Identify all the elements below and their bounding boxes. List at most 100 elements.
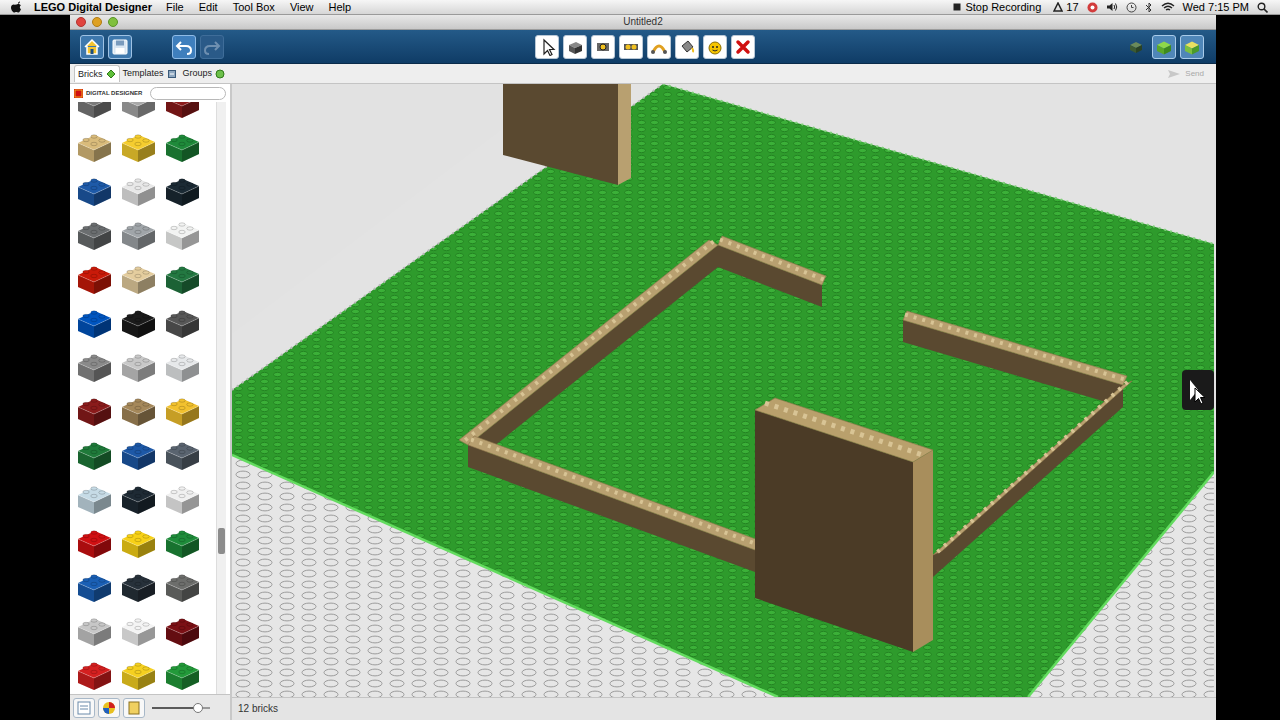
color-view-button[interactable] xyxy=(98,698,120,718)
palette-brick[interactable] xyxy=(116,610,160,654)
hide-tool[interactable] xyxy=(703,35,727,59)
building-guide-button[interactable] xyxy=(1180,35,1204,59)
palette-tab[interactable]: Templates xyxy=(120,65,180,82)
palette-brick[interactable] xyxy=(116,346,160,390)
undo-button[interactable] xyxy=(172,35,196,59)
palette-brick[interactable] xyxy=(160,654,204,694)
send-button[interactable]: Send xyxy=(1185,70,1204,78)
palette-brick[interactable] xyxy=(160,102,204,126)
time-machine-icon xyxy=(1126,2,1137,13)
menu-item[interactable]: Edit xyxy=(199,2,218,13)
zoom-button[interactable] xyxy=(108,17,118,27)
slider-thumb[interactable] xyxy=(193,703,203,713)
palette-brick[interactable] xyxy=(72,346,116,390)
send-icon[interactable] xyxy=(1167,69,1181,79)
palette-brick[interactable] xyxy=(72,610,116,654)
palette-brick[interactable] xyxy=(72,390,116,434)
view-mode-button[interactable] xyxy=(1152,35,1176,59)
palette-scrollbar[interactable] xyxy=(216,102,226,694)
palette-brick[interactable] xyxy=(160,566,204,610)
list-view-button[interactable] xyxy=(73,698,95,718)
palette-brick[interactable] xyxy=(116,170,160,214)
palette-brick[interactable] xyxy=(160,302,204,346)
apple-icon[interactable] xyxy=(10,1,22,14)
spotlight-icon[interactable] xyxy=(1257,2,1268,13)
palette-brick[interactable] xyxy=(72,102,116,126)
palette-brick[interactable] xyxy=(116,102,160,126)
palette-brick[interactable] xyxy=(116,434,160,478)
palette-brick[interactable] xyxy=(160,434,204,478)
palette-brick[interactable] xyxy=(116,478,160,522)
hinge-align-tool[interactable] xyxy=(619,35,643,59)
palette-brick[interactable] xyxy=(116,126,160,170)
palette-brick[interactable] xyxy=(72,302,116,346)
palette-tab[interactable]: Bricks xyxy=(74,65,120,82)
palette-brick[interactable] xyxy=(72,522,116,566)
palette-brick[interactable] xyxy=(116,258,160,302)
palette-brick[interactable] xyxy=(72,170,116,214)
status-icon xyxy=(1087,2,1098,13)
bluetooth-icon xyxy=(1145,2,1153,13)
palette-brick[interactable] xyxy=(116,654,160,694)
wall-brick[interactable] xyxy=(503,84,618,185)
palette-brick[interactable] xyxy=(72,126,116,170)
brick-icon xyxy=(162,219,202,253)
hinge-align-icon xyxy=(622,38,640,56)
palette-brick[interactable] xyxy=(72,214,116,258)
flex-tool[interactable] xyxy=(647,35,671,59)
zoom-slider[interactable] xyxy=(152,701,210,715)
home-button[interactable] xyxy=(80,35,104,59)
mode-button[interactable] xyxy=(1124,35,1148,59)
palette-brick[interactable] xyxy=(72,478,116,522)
group-view-button[interactable] xyxy=(123,698,145,718)
palette-brick[interactable] xyxy=(160,346,204,390)
palette-brick[interactable] xyxy=(116,302,160,346)
clone-tool[interactable] xyxy=(563,35,587,59)
palette-brick[interactable] xyxy=(72,566,116,610)
palette-brick[interactable] xyxy=(160,214,204,258)
palette-brick[interactable] xyxy=(116,522,160,566)
palette-brick[interactable] xyxy=(160,522,204,566)
palette-brick[interactable] xyxy=(160,478,204,522)
panel-expand-handle[interactable] xyxy=(1182,370,1214,410)
minimize-button[interactable] xyxy=(92,17,102,27)
palette-brick[interactable] xyxy=(116,214,160,258)
palette-tab[interactable]: Groups xyxy=(180,65,229,82)
palette-brick[interactable] xyxy=(160,126,204,170)
menu-item[interactable]: Tool Box xyxy=(233,2,275,13)
menu-item[interactable]: File xyxy=(166,2,184,13)
tab-label: Groups xyxy=(183,69,213,78)
close-button[interactable] xyxy=(76,17,86,27)
menu-item[interactable]: View xyxy=(290,2,314,13)
clock[interactable]: Wed 7:15 PM xyxy=(1183,2,1249,13)
palette-brick[interactable] xyxy=(116,390,160,434)
palette-brick[interactable] xyxy=(160,610,204,654)
paint-tool[interactable] xyxy=(675,35,699,59)
app-menu[interactable]: LEGO Digital Designer xyxy=(34,2,152,13)
palette-brick[interactable] xyxy=(72,258,116,302)
palette-brick[interactable] xyxy=(160,390,204,434)
brick-icon xyxy=(118,351,158,385)
brick-icon xyxy=(118,571,158,605)
scroll-thumb[interactable] xyxy=(218,528,225,554)
delete-tool[interactable] xyxy=(731,35,755,59)
palette-brick[interactable] xyxy=(160,170,204,214)
stop-icon xyxy=(953,3,961,11)
tab-icon xyxy=(167,69,177,79)
scene-view[interactable] xyxy=(232,84,1214,697)
3d-canvas[interactable] xyxy=(232,84,1216,697)
tall-wall-brick[interactable] xyxy=(755,398,933,652)
select-tool[interactable] xyxy=(535,35,559,59)
palette-brick[interactable] xyxy=(72,434,116,478)
save-button[interactable] xyxy=(108,35,132,59)
redo-button[interactable] xyxy=(200,35,224,59)
palette-brick[interactable] xyxy=(72,654,116,694)
hinge-tool[interactable] xyxy=(591,35,615,59)
brick-icon xyxy=(162,263,202,297)
palette-brick[interactable] xyxy=(116,566,160,610)
stop-recording[interactable]: Stop Recording xyxy=(965,2,1041,13)
brick-search[interactable] xyxy=(150,87,226,100)
menu-item[interactable]: Help xyxy=(329,2,352,13)
palette-brick[interactable] xyxy=(160,258,204,302)
brick-icon xyxy=(74,527,114,561)
